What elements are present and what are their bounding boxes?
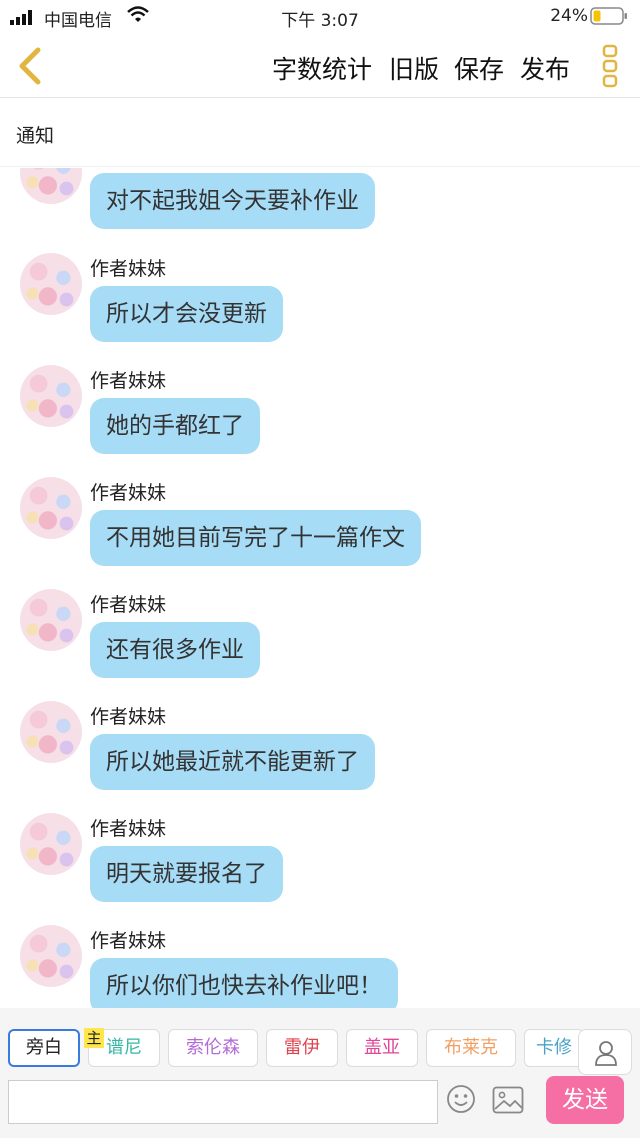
more-icon[interactable] (602, 44, 618, 88)
chat-message-list[interactable]: 对不起我姐今天要补作业 作者妹妹 所以才会没更新 作者妹妹 她的手都红了 作者妹… (0, 168, 640, 1008)
avatar[interactable] (20, 168, 82, 204)
avatar[interactable] (20, 589, 82, 651)
role-gaia[interactable]: 盖亚 (346, 1029, 418, 1067)
battery-percent: 24% (550, 6, 588, 26)
role-black[interactable]: 布莱克 (426, 1029, 516, 1067)
avatar[interactable] (20, 365, 82, 427)
role-narrator[interactable]: 旁白 (8, 1029, 80, 1067)
host-badge: 主 (84, 1028, 104, 1048)
role-selector-bar: 旁白 谱尼 主 索伦森 雷伊 盖亚 布莱克 卡修 (0, 1008, 640, 1076)
message-bubble[interactable]: 明天就要报名了 (90, 846, 283, 902)
role-sorensen[interactable]: 索伦森 (168, 1029, 258, 1067)
image-icon[interactable] (492, 1086, 524, 1114)
avatar[interactable] (20, 925, 82, 987)
back-arrow-icon[interactable] (14, 46, 44, 86)
status-bar: 中国电信 下午 3:07 24% (0, 0, 640, 34)
top-navigation-bar: 字数统计 旧版 保存 发布 (0, 34, 640, 98)
emoji-icon[interactable] (446, 1084, 476, 1114)
publish-button[interactable]: 发布 (520, 50, 570, 86)
message-bubble[interactable]: 所以你们也快去补作业吧！ (90, 958, 398, 1008)
sender-name: 作者妹妹 (90, 258, 167, 280)
status-time: 下午 3:07 (281, 11, 359, 31)
old-version-button[interactable]: 旧版 (389, 50, 439, 86)
contact-icon (595, 1041, 617, 1066)
message-bubble[interactable]: 所以才会没更新 (90, 286, 283, 342)
notice-label: 通知 (16, 125, 55, 147)
word-count-button[interactable]: 字数统计 (272, 50, 372, 86)
message-input-bar: 发送 (0, 1076, 640, 1138)
message-bubble[interactable]: 不用她目前写完了十一篇作文 (90, 510, 421, 566)
contact-button[interactable] (578, 1029, 632, 1075)
avatar[interactable] (20, 813, 82, 875)
battery-icon (590, 7, 627, 25)
notice-row[interactable]: 通知 (0, 99, 640, 167)
sender-name: 作者妹妹 (90, 818, 167, 840)
message-bubble[interactable]: 所以她最近就不能更新了 (90, 734, 375, 790)
sender-name: 作者妹妹 (90, 370, 167, 392)
role-leiyi[interactable]: 雷伊 (266, 1029, 338, 1067)
send-button[interactable]: 发送 (546, 1076, 624, 1124)
message-bubble[interactable]: 还有很多作业 (90, 622, 260, 678)
save-button[interactable]: 保存 (454, 50, 504, 86)
avatar[interactable] (20, 701, 82, 763)
message-bubble[interactable]: 她的手都红了 (90, 398, 260, 454)
sender-name: 作者妹妹 (90, 706, 167, 728)
avatar[interactable] (20, 477, 82, 539)
sender-name: 作者妹妹 (90, 930, 167, 952)
avatar[interactable] (20, 253, 82, 315)
sender-name: 作者妹妹 (90, 482, 167, 504)
message-bubble[interactable]: 对不起我姐今天要补作业 (90, 173, 375, 229)
message-input[interactable] (8, 1080, 438, 1124)
sender-name: 作者妹妹 (90, 594, 167, 616)
role-kaxiu[interactable]: 卡修 (524, 1029, 584, 1067)
